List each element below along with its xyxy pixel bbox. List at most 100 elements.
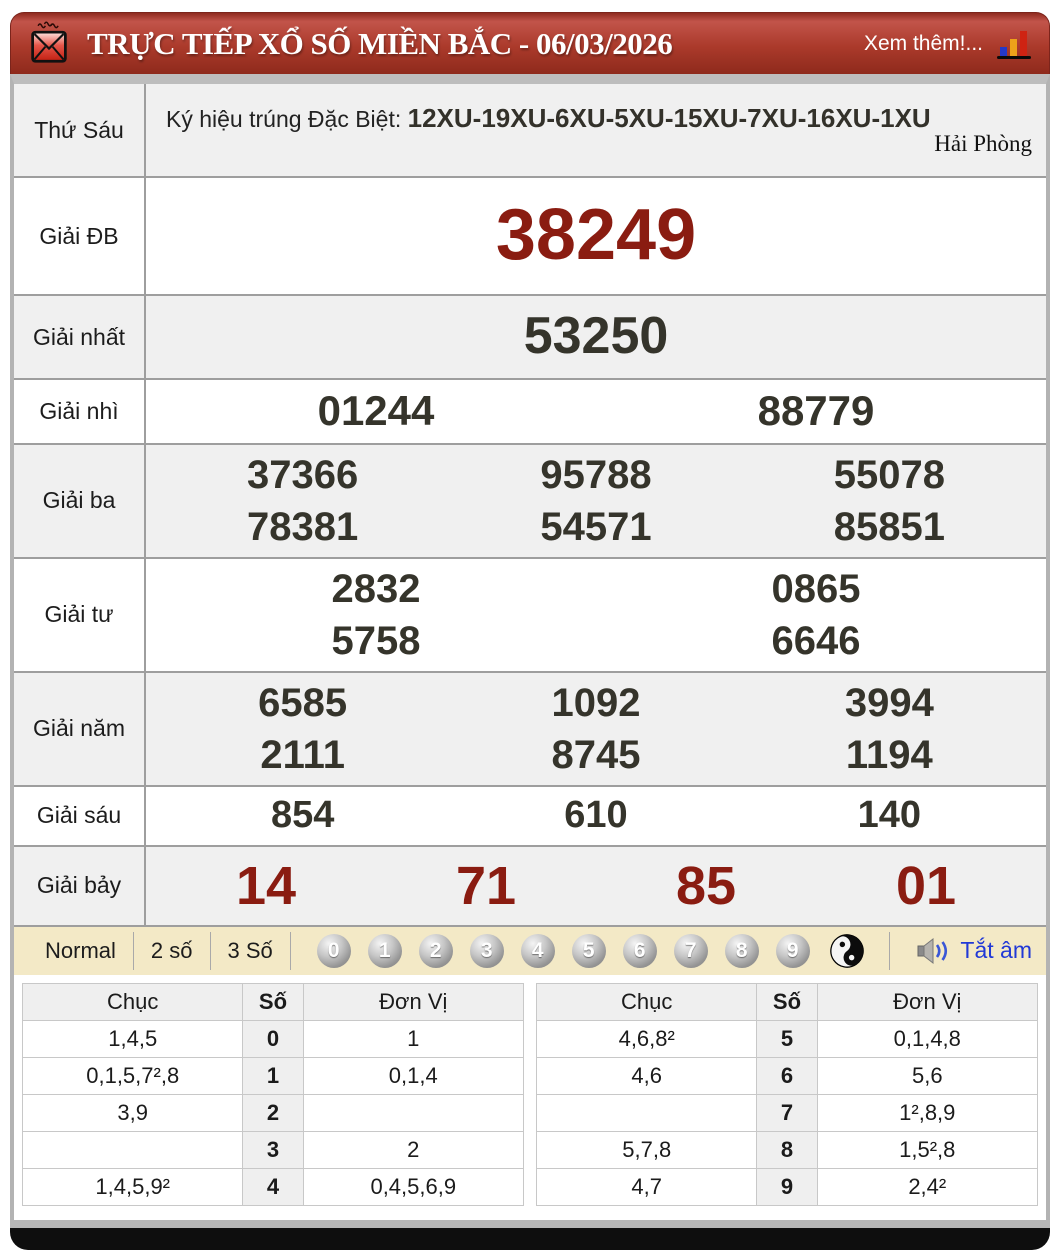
prize-line: 5758 6646 [156,615,1036,667]
envelope-icon [29,18,69,70]
number-ball[interactable]: 2 [418,933,453,968]
mute-label: Tắt âm [960,937,1032,964]
summary-cell: 1,4,5 [21,1019,244,1058]
summary-cell: 2 [302,1130,525,1169]
prize-number: 78381 [247,504,359,549]
summary-cell [21,1130,244,1169]
summary-header-row: Chục Số Đơn Vị [535,982,1039,1021]
summary-cell: 2,4² [816,1167,1039,1206]
mode-list: Normal 2 số 3 Số [28,931,290,970]
number-ball[interactable]: 8 [724,933,759,968]
summary-cell [302,1093,525,1132]
table-row: 7 1²,8,9 [535,1093,1039,1132]
prize-row: Giải bảy 14 71 85 01 [14,844,1046,925]
province-label: Hải Phòng [934,131,1032,157]
prize-label: Giải tư [14,558,146,671]
summary-cell: 4,7 [535,1167,758,1206]
number-ball[interactable]: 0 [316,933,351,968]
mode-button[interactable]: 3 Số [211,934,290,968]
summary-header-cell: Đơn Vị [302,982,525,1021]
prize-number: 3994 [844,680,934,725]
prize-numbers: 37366 95788 55078 78381 54571 85851 [146,445,1046,557]
prize-line: 78381 54571 85851 [156,501,1036,553]
summary-cell: 4,6 [535,1056,758,1095]
summary-header-cell: Chục [535,982,758,1021]
prize-number: 95788 [540,452,652,497]
prize-number: 6646 [771,618,861,663]
prize-number: 2111 [260,732,345,777]
mute-control[interactable]: Tắt âm [869,931,1032,970]
bar-chart-icon[interactable] [997,28,1033,60]
number-ball[interactable]: 6 [622,933,657,968]
prize-numbers: 854 610 140 [146,787,1046,845]
number-ball[interactable]: 4 [520,933,555,968]
prize-line: 38249 [156,189,1036,283]
separator [289,931,291,970]
summary-cell: 1,5²,8 [816,1130,1039,1169]
prize-line: 2111 8745 1194 [156,729,1036,781]
see-more-link[interactable]: Xem thêm!... [864,32,983,56]
table-row: 4,7 9 2,4² [535,1167,1039,1206]
summary-section: Chục Số Đơn Vị 1,4,5 0 1 0,1,5,7²,8 1 0,1,4 3,9 2 3… [14,974,1046,1220]
prize-numbers: 6585 1092 3994 2111 8745 1194 [146,673,1046,785]
prize-line: 53250 [156,303,1036,371]
prize-number: 2832 [331,566,421,611]
prize-label: Giải ba [14,444,146,557]
prize-number: 37366 [247,452,359,497]
prize-number: 85851 [833,504,945,549]
summary-cell: 4,6,8² [535,1019,758,1058]
sign-content: Ký hiệu trúng Đặc Biệt: 12XU-19XU-6XU-5X… [146,84,1046,176]
prize-line: 854 610 140 [156,791,1036,840]
summary-cell: 5,7,8 [535,1130,758,1169]
prize-number: 6585 [258,680,348,725]
table-row: 0,1,5,7²,8 1 0,1,4 [21,1056,525,1095]
prize-line: 37366 95788 55078 [156,449,1036,501]
summary-table-0: Chục Số Đơn Vị 1,4,5 0 1 0,1,5,7²,8 1 0,1,4 3,9 2 3… [21,982,525,1206]
summary-header-cell: Chục [21,982,244,1021]
mode-button[interactable]: Normal [28,934,133,968]
number-ball[interactable]: 7 [673,933,708,968]
summary-cell: 0,1,4 [302,1056,525,1095]
prize-label: Giải ĐB [14,178,146,294]
page-title: TRỰC TIẾP XỔ SỐ MIỀN BẮC - 06/03/2026 [87,25,673,61]
prize-number: 0865 [771,566,861,611]
number-ball[interactable]: 5 [571,933,606,968]
prize-numbers: 38249 [146,178,1046,294]
prize-numbers: 14 71 85 01 [146,847,1046,925]
summary-cell: 9 [756,1167,818,1206]
summary-header-cell: Số [242,982,304,1021]
summary-cell: 6 [756,1056,818,1095]
mode-button[interactable]: 2 số [134,934,210,968]
prize-number: 1092 [551,680,641,725]
summary-cell: 5,6 [816,1056,1039,1095]
summary-cell: 4 [242,1167,304,1206]
prize-row: Giải nhất 53250 [14,294,1046,378]
prize-number: 71 [455,855,517,916]
table-row: 4,6,8² 5 0,1,4,8 [535,1019,1039,1058]
summary-cell: 8 [756,1130,818,1169]
summary-cell [535,1093,758,1132]
prize-row: Giải năm 6585 1092 3994 2111 8745 1194 [14,670,1046,785]
summary-table-1: Chục Số Đơn Vị 4,6,8² 5 0,1,4,8 4,6 6 5,6 7 1²,8,9… [535,982,1039,1206]
control-bar: Normal 2 số 3 Số 0123456789 Tắt âm [14,924,1046,975]
number-ball[interactable]: 3 [469,933,504,968]
summary-cell: 1²,8,9 [816,1093,1039,1132]
lottery-widget: TRỰC TIẾP XỔ SỐ MIỀN BẮC - 06/03/2026 Xe… [10,12,1050,1250]
summary-header-cell: Số [756,982,818,1021]
prize-row: Giải sáu 854 610 140 [14,784,1046,845]
summary-cell: 2 [242,1093,304,1132]
prize-number: 38249 [495,195,697,276]
table-row: 32 [21,1130,525,1169]
prize-label: Giải năm [14,672,146,785]
yin-yang-ball[interactable] [829,933,864,968]
prize-number: 610 [564,793,628,836]
prize-line: 2832 0865 [156,563,1036,615]
number-ball[interactable]: 9 [775,933,810,968]
prize-number: 14 [235,855,297,916]
prize-number: 140 [857,793,922,836]
summary-cell: 3,9 [21,1093,244,1132]
ball-row: 0123456789 [316,933,810,968]
number-ball[interactable]: 1 [367,933,402,968]
prize-numbers: 01244 88779 [146,380,1046,443]
prize-number: 854 [270,793,335,836]
